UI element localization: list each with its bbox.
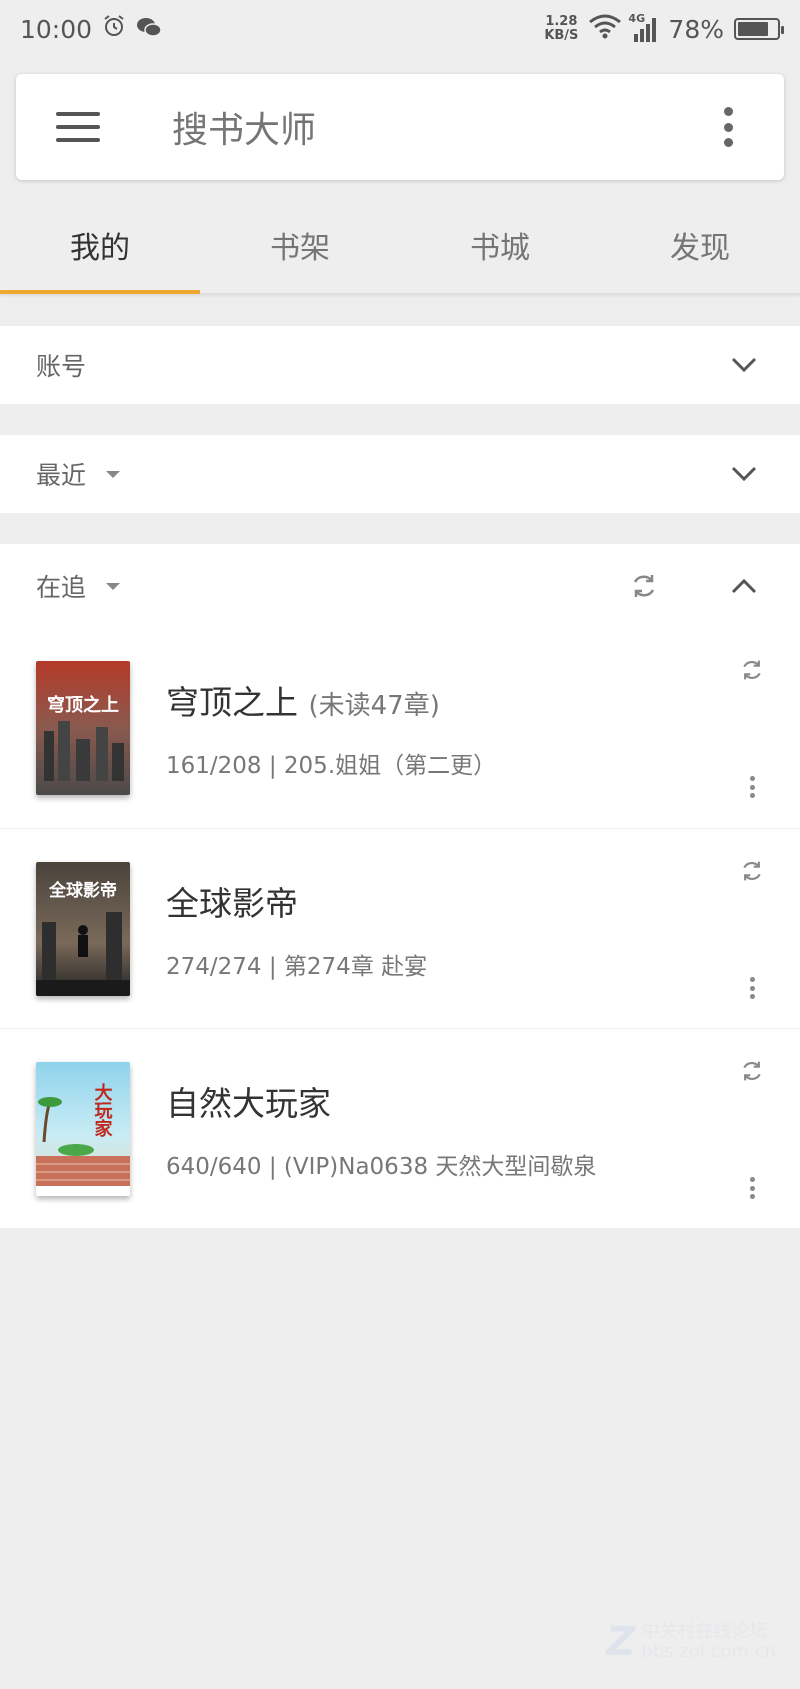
- account-label: 账号: [36, 352, 87, 381]
- zol-logo-icon: Z: [606, 1619, 636, 1665]
- book-info: 穹顶之上 (未读47章) 161/208 | 205.姐姐（第二更）: [166, 676, 764, 780]
- signal-icon: 4G: [628, 12, 658, 42]
- more-options-icon[interactable]: [749, 977, 755, 999]
- more-options-icon[interactable]: [749, 776, 755, 798]
- following-section: 在追 穹顶之上 穹顶之上 (未读47章) 161/208 | 205.姐姐（第二…: [0, 544, 800, 1228]
- status-time: 10:00: [20, 14, 93, 44]
- chevron-down-icon[interactable]: [724, 345, 764, 385]
- status-left: 10:00: [20, 14, 162, 44]
- tab-mine[interactable]: 我的: [0, 196, 200, 294]
- net-speed-unit: KB/S: [544, 28, 579, 43]
- wechat-icon: [136, 15, 162, 44]
- book-progress: 640/640 | (VIP)Na0638 天然大型间歇泉: [166, 1153, 597, 1180]
- more-options-icon[interactable]: [722, 107, 734, 147]
- recent-section: 最近: [0, 435, 800, 513]
- cover-title: 穹顶之上: [47, 694, 119, 716]
- following-header[interactable]: 在追: [0, 544, 800, 628]
- more-options-icon[interactable]: [749, 1177, 755, 1199]
- battery-fill: [738, 22, 768, 36]
- refresh-all-icon[interactable]: [624, 566, 664, 606]
- chevron-up-icon[interactable]: [724, 566, 764, 606]
- row-actions: [740, 859, 764, 999]
- book-title: 自然大玩家: [166, 1083, 331, 1123]
- tab-bar: 我的 书架 书城 发现: [0, 196, 800, 294]
- book-cover[interactable]: 大玩家: [36, 1061, 130, 1196]
- watermark-url: bbs.zol.com.cn: [641, 1641, 776, 1662]
- net-speed-value: 1.28: [545, 14, 578, 29]
- book-title-line: 穹顶之上 (未读47章): [166, 676, 764, 724]
- tab-discover[interactable]: 发现: [600, 196, 800, 293]
- watermark: Z 中关村在线论坛 bbs.zol.com.cn: [606, 1619, 776, 1665]
- row-actions: [740, 1059, 764, 1199]
- chevron-down-icon[interactable]: [724, 454, 764, 494]
- book-cover[interactable]: 穹顶之上: [36, 661, 130, 795]
- following-label-group: 在追: [36, 568, 121, 604]
- book-row[interactable]: 穹顶之上 穹顶之上 (未读47章) 161/208 | 205.姐姐（第二更）: [0, 628, 800, 828]
- account-header[interactable]: 账号: [0, 326, 800, 404]
- status-bar: 10:00 1.28 KB/S 4G 78%: [0, 0, 800, 58]
- menu-icon[interactable]: [56, 112, 100, 142]
- following-label: 在追: [36, 573, 87, 602]
- book-title: 穹顶之上: [166, 683, 298, 722]
- book-info: 自然大玩家 640/640 | (VIP)Na0638 天然大型间歇泉: [166, 1077, 764, 1181]
- unread-count: (未读47章): [308, 691, 440, 721]
- book-title: 全球影帝: [166, 883, 298, 923]
- status-right: 1.28 KB/S 4G 78%: [544, 12, 784, 45]
- refresh-icon[interactable]: [740, 859, 764, 887]
- tab-bookstore[interactable]: 书城: [400, 196, 600, 293]
- refresh-icon[interactable]: [740, 1059, 764, 1087]
- dropdown-arrow-icon[interactable]: [106, 582, 121, 590]
- cover-title: 全球影帝: [48, 880, 117, 901]
- alarm-icon: [102, 14, 126, 44]
- account-section: 账号: [0, 326, 800, 404]
- network-type: 4G: [628, 12, 646, 25]
- recent-header[interactable]: 最近: [0, 435, 800, 513]
- refresh-icon[interactable]: [740, 658, 764, 686]
- watermark-brand: 中关村在线论坛: [641, 1621, 768, 1642]
- app-bar: 搜书大师: [16, 74, 784, 180]
- row-actions: [740, 658, 764, 798]
- book-row[interactable]: 全球影帝 全球影帝 274/274 | 第274章 赴宴: [0, 828, 800, 1028]
- book-info: 全球影帝 274/274 | 第274章 赴宴: [166, 877, 764, 981]
- book-progress: 161/208 | 205.姐姐（第二更）: [166, 753, 497, 779]
- wifi-icon: [588, 13, 622, 45]
- cover-title: 大玩家: [92, 1081, 113, 1137]
- book-title-line: 全球影帝: [166, 877, 764, 925]
- tab-bookshelf[interactable]: 书架: [200, 196, 400, 293]
- recent-label-group: 最近: [36, 456, 121, 492]
- battery-percent: 78%: [668, 14, 724, 44]
- battery-icon: [734, 18, 784, 40]
- recent-label: 最近: [36, 461, 87, 490]
- book-row[interactable]: 大玩家 自然大玩家 640/640 | (VIP)Na0638 天然大型间歇泉: [0, 1028, 800, 1228]
- net-speed: 1.28 KB/S: [544, 15, 578, 43]
- book-cover[interactable]: 全球影帝: [36, 861, 130, 996]
- watermark-text: 中关村在线论坛 bbs.zol.com.cn: [641, 1622, 776, 1662]
- app-title[interactable]: 搜书大师: [172, 101, 722, 153]
- book-progress: 274/274 | 第274章 赴宴: [166, 953, 428, 980]
- book-title-line: 自然大玩家: [166, 1077, 764, 1125]
- dropdown-arrow-icon[interactable]: [106, 470, 121, 478]
